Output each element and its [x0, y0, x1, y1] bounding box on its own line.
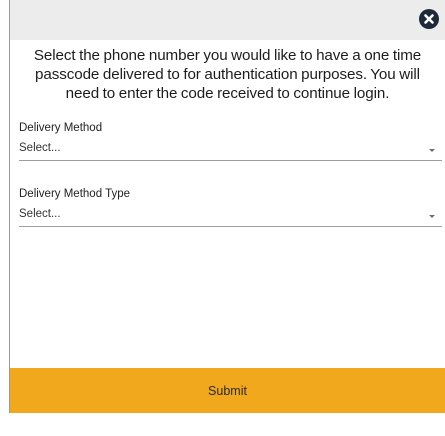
submit-button[interactable]: Submit — [10, 368, 445, 413]
delivery-method-value: Select... — [19, 142, 61, 154]
chevron-down-icon — [429, 215, 435, 218]
close-icon[interactable] — [419, 9, 439, 29]
delivery-method-type-select[interactable]: Select... — [19, 205, 442, 227]
delivery-method-label: Delivery Method — [19, 122, 103, 134]
delivery-method-type-label: Delivery Method Type — [19, 188, 131, 200]
submit-button-label: Submit — [208, 383, 247, 398]
passcode-delivery-dialog: Select the phone number you would like t… — [9, 0, 445, 413]
delivery-method-select[interactable]: Select... — [19, 139, 442, 161]
dialog-header — [10, 0, 445, 40]
instructions-text: Select the phone number you would like t… — [33, 47, 422, 102]
delivery-method-type-value: Select... — [19, 208, 61, 220]
chevron-down-icon — [429, 149, 435, 152]
